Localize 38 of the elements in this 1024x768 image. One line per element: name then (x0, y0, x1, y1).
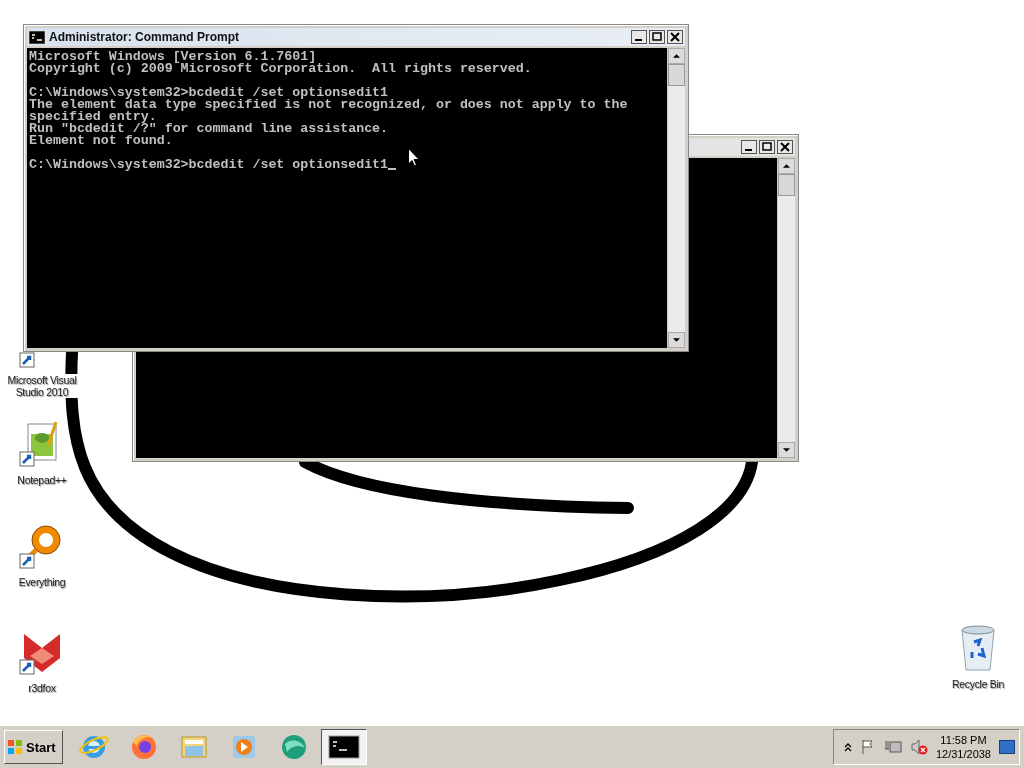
desktop-icon-label[interactable]: Recycle Bin (950, 678, 1006, 690)
desktop-icon-label[interactable]: Everything (17, 576, 67, 588)
mouse-pointer-icon (408, 148, 420, 167)
console-icon (326, 732, 361, 762)
console-line: Microsoft Windows [Version 6.1.7601] (29, 51, 317, 63)
console-line: C:\Windows\system32>bcdedit /set optionsedit1 (29, 87, 389, 99)
console-button[interactable] (320, 729, 367, 765)
desktop-icon-label[interactable]: Notepad++ (16, 474, 68, 486)
scroll-down-icon[interactable] (778, 442, 795, 458)
recycle-bin-icon[interactable] (958, 624, 998, 672)
scroll-thumb[interactable] (778, 174, 795, 196)
minimize-icon[interactable] (631, 30, 647, 44)
scroll-up-icon[interactable] (668, 48, 685, 64)
console-line: Copyright (c) 2009 Microsoft Corporation. All rights reserved. (29, 63, 532, 75)
network-icon[interactable] (883, 739, 902, 755)
desktop-icon-label[interactable]: r3dfox (27, 682, 57, 694)
scrollbar[interactable] (777, 158, 795, 458)
console-line: Element not found. (29, 135, 173, 147)
close-icon[interactable] (667, 30, 683, 44)
start-button[interactable]: Start (4, 730, 63, 764)
console-line: The element data type specified is not recognized, or does not apply to the (29, 99, 628, 111)
maximize-icon[interactable] (649, 30, 665, 44)
console-app-icon (29, 30, 45, 44)
scroll-up-icon[interactable] (778, 158, 795, 174)
window-title: Administrator: Command Prompt (49, 30, 239, 44)
flag-icon[interactable] (859, 739, 876, 755)
console-line: Run "bcdedit /?" for command line assistance. (29, 123, 389, 135)
speaker-icon[interactable] (909, 739, 928, 755)
console-line: specified entry. (29, 111, 157, 123)
clock-time[interactable]: 11:58 PM (940, 733, 987, 747)
console-line: C:\Windows\system32>bcdedit /set optionsedit1 (29, 159, 389, 171)
clock-date[interactable]: 12/31/2038 (935, 747, 991, 761)
windows-logo-icon (7, 739, 23, 755)
text-cursor (388, 168, 397, 170)
scroll-thumb[interactable] (668, 64, 685, 86)
scrollbar[interactable] (667, 48, 685, 348)
scroll-down-icon[interactable] (668, 332, 685, 348)
chevron-up-icon[interactable] (843, 742, 852, 752)
